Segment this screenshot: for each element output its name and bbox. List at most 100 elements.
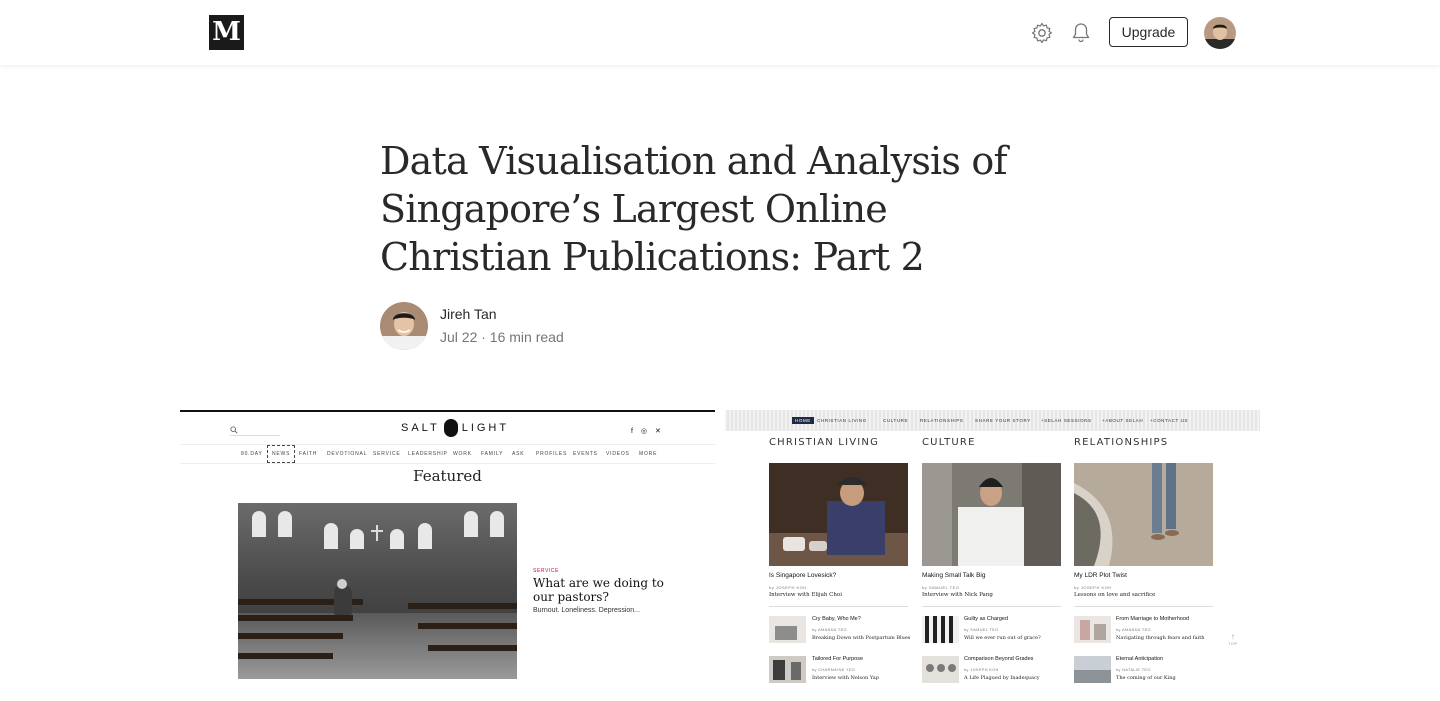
selah-screenshot: HOME CHRISTIAN LIVING CULTURE RELATIONSH… — [725, 410, 1260, 701]
back-to-top: ↑ TOP — [1228, 633, 1238, 647]
item-thumbnail — [1074, 616, 1111, 643]
window — [490, 511, 504, 537]
upgrade-button[interactable]: Upgrade — [1109, 17, 1188, 47]
item-dek: A Life Plagued by Inadequacy — [964, 675, 1040, 681]
search-field — [230, 424, 280, 436]
featured-headline: What are we doing to our pastors? — [533, 576, 664, 604]
nav-item: CHRISTIAN LIVING — [817, 418, 867, 423]
nav-item: DEVOTIONAL — [327, 451, 368, 457]
nav-item: SHARE YOUR STORY — [975, 418, 1031, 423]
medium-logo[interactable]: M — [209, 15, 244, 50]
window — [324, 523, 338, 549]
item-dek: Navigating through fears and faith — [1116, 635, 1205, 641]
nav-item: WORK — [453, 451, 472, 457]
article-title: Data Visualisation and Analysis of Singa… — [380, 139, 1008, 279]
item-byline: by SAMUEL TEO — [964, 628, 999, 632]
nav-item: +SELAH SESSIONS — [1041, 418, 1092, 423]
column-byline: by JOSEPH KOH — [1074, 585, 1112, 590]
nav-item: ASK — [512, 451, 525, 457]
bell-icon[interactable] — [1071, 22, 1091, 44]
selah-nav: HOME CHRISTIAN LIVING CULTURE RELATIONSH… — [725, 410, 1260, 431]
user-avatar[interactable] — [1204, 17, 1236, 49]
column-dek: Interview with Elijah Choi — [769, 592, 842, 598]
nav-item: PROFILES — [536, 451, 568, 457]
nav-item: 80.DAY — [241, 451, 263, 457]
pew — [238, 653, 333, 659]
column-title: CHRISTIAN LIVING — [769, 437, 880, 448]
item-headline: Guilty as Charged — [964, 616, 1009, 622]
item-dek: The coming of our King — [1116, 675, 1176, 681]
item-headline: Comparison Beyond Grades — [964, 656, 1034, 662]
pew — [238, 615, 353, 621]
nav-item: EVENTS — [573, 451, 598, 457]
item-headline: Tailored For Purpose — [812, 656, 864, 662]
gear-icon[interactable] — [1030, 21, 1054, 45]
nav-item: +CONTACT US — [1150, 418, 1189, 423]
item-thumbnail — [1074, 656, 1111, 683]
seated-figure — [334, 585, 352, 615]
pew — [418, 623, 517, 629]
column-headline: My LDR Plot Twist — [1074, 572, 1127, 579]
search-icon — [230, 426, 238, 434]
window — [464, 511, 478, 537]
item-byline: by AMANDA TEO — [1116, 628, 1151, 632]
column-headline: Is Singapore Lovesick? — [769, 572, 837, 579]
article-meta: Jul 22 · 16 min read — [440, 329, 564, 345]
column-byline: by SAMUEL TEO — [922, 585, 960, 590]
window — [252, 511, 266, 537]
column-title: CULTURE — [922, 437, 976, 448]
column-photo — [922, 463, 1061, 566]
window — [418, 523, 432, 549]
nav-item: CULTURE — [883, 418, 909, 423]
salt-light-screenshot: SALT LIGHT f ◎ ✕ 80.DAY NEWS FAITH DEVOTI… — [180, 410, 715, 701]
nav-item: RELATIONSHIPS — [920, 418, 964, 423]
item-dek: Breaking Down with Postpartum Blues — [812, 635, 911, 641]
nav-item-active: NEWS — [267, 445, 296, 463]
item-headline: From Marriage to Motherhood — [1116, 616, 1190, 622]
salt-light-logo: SALT LIGHT — [401, 419, 509, 437]
item-byline: by JOSEPH KOH — [964, 668, 999, 672]
nav-item: FAITH — [299, 451, 318, 457]
featured-heading: Featured — [413, 467, 482, 485]
pew — [408, 603, 517, 609]
nav-item: +ABOUT SELAH — [1102, 418, 1144, 423]
divider — [922, 606, 1061, 607]
column-byline: by JOSEPH KOH — [769, 585, 807, 590]
divider — [769, 606, 908, 607]
nav-item: FAMILY — [481, 451, 504, 457]
item-dek: Interview with Nelson Yap — [812, 675, 879, 681]
item-byline: by CHARMAINE YEO — [812, 668, 856, 672]
item-thumbnail — [769, 656, 806, 683]
salt-light-nav: 80.DAY NEWS FAITH DEVOTIONAL SERVICE LEA… — [180, 444, 715, 464]
column-photo — [1074, 463, 1213, 566]
author-name[interactable]: Jireh Tan — [440, 306, 497, 322]
window — [350, 529, 364, 549]
top-rule — [180, 410, 715, 412]
church-photo — [238, 503, 517, 679]
item-byline: by NATALIE TEO — [1116, 668, 1151, 672]
pew — [238, 633, 343, 639]
bulb-icon — [443, 419, 458, 437]
item-byline: by AMANDA TEO — [812, 628, 847, 632]
top-label: TOP — [1228, 641, 1238, 646]
cross — [376, 525, 378, 541]
figure-head — [337, 579, 347, 589]
item-headline: Cry Baby, Who Me? — [812, 616, 861, 622]
column-headline: Making Small Talk Big — [922, 572, 986, 579]
item-thumbnail — [922, 616, 959, 643]
window — [390, 529, 404, 549]
featured-dek: Burnout. Loneliness. Depression... — [533, 607, 641, 614]
column-photo — [769, 463, 908, 566]
column-dek: Lessons on love and sacrifice — [1074, 592, 1156, 598]
nav-item: MORE — [639, 451, 658, 457]
window — [278, 511, 292, 537]
column-dek: Interview with Nick Pang — [922, 592, 993, 598]
divider — [1074, 606, 1213, 607]
nav-item: VIDEOS — [606, 451, 630, 457]
pew — [428, 645, 517, 651]
item-thumbnail — [922, 656, 959, 683]
item-headline: Eternal Anticipation — [1116, 656, 1164, 662]
logo-right-text: LIGHT — [461, 421, 510, 434]
author-avatar[interactable] — [380, 302, 428, 350]
nav-item: LEADERSHIP — [408, 451, 448, 457]
